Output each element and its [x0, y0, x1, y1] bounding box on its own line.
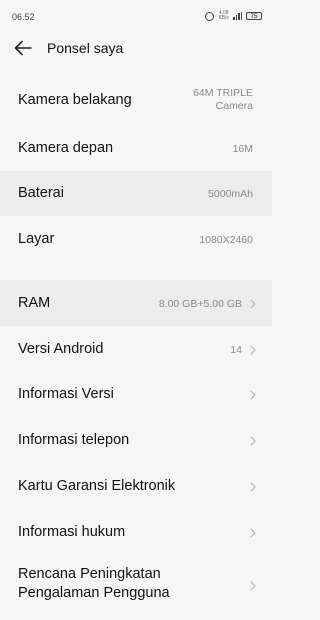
rear-camera-value: 64M TRIPLE Camera: [193, 87, 253, 113]
list-item-legal-info[interactable]: Informasi hukum: [0, 510, 272, 555]
chevron-right-icon: [250, 528, 256, 538]
list-item-rear-camera: Kamera belakang 64M TRIPLE Camera: [0, 76, 272, 124]
battery-level: 75: [250, 14, 258, 20]
battery-label: Baterai: [18, 185, 64, 201]
status-bar: 06.52 4,08 KB/s 75: [0, 0, 272, 28]
rear-camera-value-line1: 64M TRIPLE: [193, 87, 253, 99]
chevron-right-icon: [250, 345, 256, 355]
warranty-card-label: Kartu Garansi Elektronik: [18, 478, 176, 494]
list-item-display: Layar 1080X2460: [0, 217, 272, 262]
user-experience-program-label-line1: Rencana Peningkatan: [18, 566, 161, 582]
rear-camera-value-line2: Camera: [215, 100, 253, 112]
list-item-version-info[interactable]: Informasi Versi: [0, 372, 272, 417]
battery-value: 5000mAh: [208, 188, 253, 200]
phone-info-label: Informasi telepon: [18, 432, 130, 448]
ram-label: RAM: [18, 295, 51, 311]
signal-icon: [233, 12, 242, 20]
status-icons: 4,08 KB/s 75: [205, 11, 262, 21]
front-camera-label: Kamera depan: [18, 140, 114, 156]
chevron-right-icon: [250, 299, 256, 309]
list-item-battery: Baterai 5000mAh: [0, 171, 272, 216]
status-time: 06.52: [12, 12, 35, 22]
list-item-front-camera: Kamera depan 16M: [0, 126, 272, 170]
list-item-android-version[interactable]: Versi Android 14: [0, 327, 272, 371]
chevron-right-icon: [250, 581, 256, 591]
list-item-phone-info[interactable]: Informasi telepon: [0, 418, 272, 463]
user-experience-program-label-line2: Pengalaman Pengguna: [18, 585, 170, 601]
version-info-label: Informasi Versi: [18, 386, 114, 402]
chevron-right-icon: [250, 482, 256, 492]
list-item-ram[interactable]: RAM 8.00 GB+5.00 GB: [0, 280, 272, 326]
list-item-warranty-card[interactable]: Kartu Garansi Elektronik: [0, 464, 272, 509]
list-item-user-experience-program[interactable]: Rencana Peningkatan Pengalaman Pengguna: [0, 556, 272, 616]
display-label: Layar: [18, 231, 55, 247]
chevron-right-icon: [250, 390, 256, 400]
network-speed-unit: KB/s: [218, 15, 229, 21]
ram-value: 8.00 GB+5.00 GB: [158, 298, 242, 310]
user-experience-program-label: Rencana Peningkatan Pengalaman Pengguna: [18, 565, 170, 603]
alarm-icon: [205, 11, 215, 21]
chevron-right-icon: [250, 436, 256, 446]
rear-camera-label: Kamera belakang: [18, 92, 132, 108]
network-speed: 4,08 KB/s: [218, 11, 229, 21]
battery-icon: 75: [246, 12, 262, 20]
back-button[interactable]: [12, 38, 34, 58]
android-version-value: 14: [230, 344, 242, 356]
display-value: 1080X2460: [199, 234, 253, 246]
legal-info-label: Informasi hukum: [18, 524, 126, 540]
android-version-label: Versi Android: [18, 341, 104, 357]
arrow-left-icon: [14, 40, 32, 56]
front-camera-value: 16M: [232, 143, 253, 155]
header: Ponsel saya: [0, 30, 272, 66]
page-title: Ponsel saya: [47, 40, 124, 56]
